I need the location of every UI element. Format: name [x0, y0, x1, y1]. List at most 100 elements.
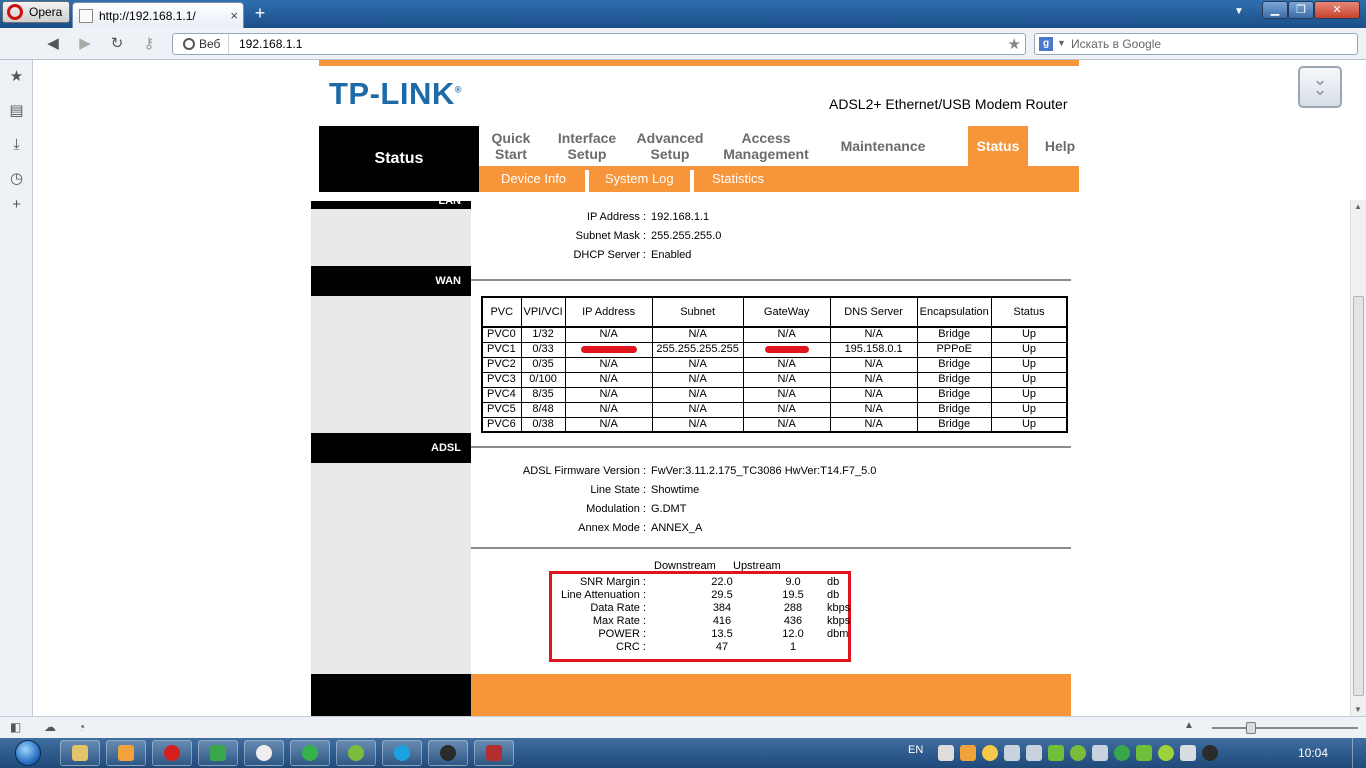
wan-table: PVC VPI/VCI IP Address Subnet GateWay DN…: [481, 296, 1069, 433]
nav-interface-setup[interactable]: Interface Setup: [551, 126, 623, 166]
tray-icon[interactable]: [938, 745, 954, 761]
wan-table-cell: PVC4: [481, 386, 522, 403]
tray-icon[interactable]: [1114, 745, 1130, 761]
wan-table-cell: N/A: [651, 371, 744, 388]
wan-table-cell: Bridge: [916, 326, 992, 343]
col-ip-address: IP Address: [564, 296, 653, 328]
cloud-icon[interactable]: ☁: [44, 720, 56, 734]
vertical-scrollbar[interactable]: ▲ ▼: [1350, 200, 1366, 716]
zoom-up-icon[interactable]: ▲: [1184, 720, 1194, 731]
nav-maintenance[interactable]: Maintenance: [824, 126, 942, 166]
search-field[interactable]: g ▼ Искать в Google: [1034, 33, 1358, 55]
taskbar-app-red[interactable]: [474, 740, 514, 766]
bookmarks-star-icon[interactable]: ★: [8, 68, 25, 85]
refresh-icon[interactable]: [1158, 745, 1174, 761]
minimize-button[interactable]: ▁: [1262, 1, 1288, 19]
tray-icon[interactable]: [1048, 745, 1064, 761]
stat-label: Line Attenuation :: [560, 589, 646, 601]
show-desktop-button[interactable]: [1352, 738, 1366, 768]
address-bar[interactable]: Веб 192.168.1.1 ★: [172, 33, 1026, 55]
wan-table-cell: 8/35: [520, 386, 566, 403]
back-icon[interactable]: ◀: [42, 34, 64, 54]
tray-icon[interactable]: [1004, 745, 1020, 761]
browser-tab[interactable]: http://192.168.1.1/ ×: [72, 2, 244, 28]
turbo-icon[interactable]: ◔: [78, 720, 85, 734]
speed-dial-button[interactable]: ⌄ ⌄: [1298, 66, 1342, 108]
taskbar-skype[interactable]: [382, 740, 422, 766]
wan-table-cell: N/A: [651, 401, 744, 418]
address-input[interactable]: 192.168.1.1: [239, 37, 302, 51]
nav-advanced-setup[interactable]: Advanced Setup: [629, 126, 711, 166]
chevron-down-icon[interactable]: ▼: [1057, 38, 1066, 48]
taskbar-steam[interactable]: [428, 740, 468, 766]
taskbar-app-green[interactable]: [198, 740, 238, 766]
new-tab-button[interactable]: +: [250, 4, 270, 24]
tab-close-icon[interactable]: ×: [230, 8, 238, 23]
col-dns-server: DNS Server: [829, 296, 918, 328]
scroll-down-icon[interactable]: ▼: [1354, 705, 1362, 714]
taskbar-opera[interactable]: [152, 740, 192, 766]
wan-table-cell: N/A: [742, 326, 831, 343]
sub-nav: Device Info System Log Statistics: [479, 166, 1079, 192]
wan-table-cell: N/A: [564, 386, 653, 403]
panel-toggle-icon[interactable]: ◧: [10, 720, 21, 734]
history-clock-icon[interactable]: ◷: [8, 170, 25, 187]
wan-table-cell: Bridge: [916, 356, 992, 373]
notes-icon[interactable]: ▤: [8, 102, 25, 119]
bookmark-star-icon[interactable]: ★: [1008, 35, 1021, 53]
col-pvc: PVC: [481, 296, 522, 328]
wan-table-cell: N/A: [742, 401, 831, 418]
section-divider: [471, 279, 1071, 281]
clock[interactable]: 10:04: [1298, 746, 1328, 760]
google-icon[interactable]: g: [1039, 37, 1053, 51]
forward-icon[interactable]: ▶: [74, 34, 96, 54]
subnav-device-info[interactable]: Device Info: [501, 166, 566, 192]
stat-label: POWER :: [598, 628, 646, 640]
stat-unit: db: [827, 589, 840, 601]
downloads-icon[interactable]: ⤓: [8, 136, 25, 153]
key-icon[interactable]: ⚷: [138, 34, 160, 54]
windows-taskbar: EN 10:04: [0, 738, 1366, 768]
search-input[interactable]: Искать в Google: [1071, 37, 1161, 51]
taskbar-opera-alt[interactable]: [244, 740, 284, 766]
adsl-modulation-label: Modulation :: [586, 503, 646, 515]
tab-list-icon[interactable]: ▼: [1234, 6, 1244, 17]
subnav-system-log[interactable]: System Log: [605, 166, 674, 192]
zoom-slider-knob[interactable]: [1246, 722, 1256, 734]
add-panel-icon[interactable]: +: [8, 196, 25, 213]
scrollbar-thumb[interactable]: [1353, 296, 1364, 696]
media-player-icon: [118, 745, 134, 761]
subnav-statistics[interactable]: Statistics: [712, 166, 764, 192]
nav-access-management[interactable]: Access Management: [719, 126, 813, 166]
network-icon[interactable]: [1092, 745, 1108, 761]
taskbar-explorer[interactable]: [60, 740, 100, 766]
taskbar-media-player[interactable]: [106, 740, 146, 766]
keyboard-language[interactable]: EN: [908, 744, 923, 756]
start-button[interactable]: [8, 738, 48, 768]
opera-menu-button[interactable]: Opera: [2, 1, 70, 23]
nav-status[interactable]: Status: [968, 126, 1028, 166]
volume-icon[interactable]: [1026, 745, 1042, 761]
nvidia-icon[interactable]: [1136, 745, 1152, 761]
utorrent-icon[interactable]: [1070, 745, 1086, 761]
nav-help[interactable]: Help: [1041, 126, 1079, 166]
tray-icon[interactable]: [960, 745, 976, 761]
close-window-button[interactable]: ✕: [1314, 1, 1360, 19]
address-security-badge[interactable]: Веб: [173, 34, 230, 54]
wan-table-cell: PVC6: [481, 416, 522, 433]
zoom-slider[interactable]: [1212, 727, 1358, 729]
taskbar-icq[interactable]: [290, 740, 330, 766]
reload-icon[interactable]: ↻: [106, 34, 128, 54]
col-encapsulation: Encapsulation: [916, 296, 992, 328]
wan-table-cell: N/A: [829, 401, 918, 418]
wan-table-cell: N/A: [651, 326, 744, 343]
nav-quick-start[interactable]: Quick Start: [479, 126, 543, 166]
tray-icon[interactable]: [1180, 745, 1196, 761]
wan-table-cell: N/A: [564, 371, 653, 388]
maximize-button[interactable]: ❐: [1288, 1, 1314, 19]
scroll-up-icon[interactable]: ▲: [1354, 202, 1362, 211]
browser-statusbar: ◧ ☁ ◔ ▲: [0, 716, 1366, 738]
taskbar-utorrent[interactable]: [336, 740, 376, 766]
tray-icon[interactable]: [982, 745, 998, 761]
steam-icon[interactable]: [1202, 745, 1218, 761]
